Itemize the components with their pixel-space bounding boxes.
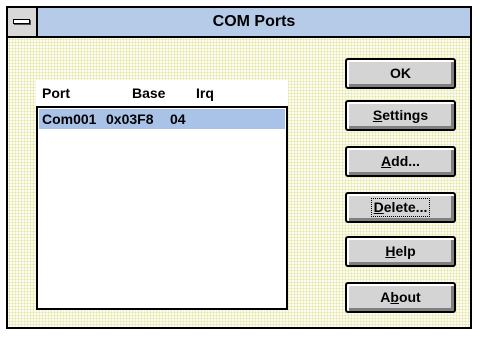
- port-cell: Com001: [42, 111, 97, 127]
- com-ports-listbox[interactable]: Com001 0x03F8 04: [36, 106, 288, 310]
- column-header-port: Port: [42, 85, 70, 101]
- system-menu-icon: [13, 19, 30, 24]
- help-button-label: Help: [385, 243, 416, 259]
- delete-button[interactable]: Delete...: [345, 192, 456, 223]
- column-header-irq: Irq: [196, 85, 214, 101]
- settings-button-label: Settings: [372, 107, 429, 123]
- system-menu-button[interactable]: [8, 8, 38, 36]
- title-bar[interactable]: COM Ports: [8, 8, 470, 38]
- ok-button-label: OK: [390, 65, 411, 81]
- add-button[interactable]: Add...: [345, 146, 456, 177]
- settings-button[interactable]: Settings: [345, 100, 456, 131]
- help-button[interactable]: Help: [345, 236, 456, 267]
- column-header-base: Base: [132, 85, 166, 101]
- list-item[interactable]: Com001 0x03F8 04: [39, 109, 285, 129]
- base-cell: 0x03F8: [106, 111, 154, 127]
- list-header: Port Base Irq: [36, 80, 288, 106]
- about-button[interactable]: About: [345, 282, 456, 313]
- about-button-label: About: [380, 289, 421, 305]
- irq-cell: 04: [170, 111, 186, 127]
- com-ports-dialog: COM Ports Port Base Irq Com001 0x03F8 04…: [6, 6, 472, 329]
- window-title: COM Ports: [212, 13, 296, 30]
- add-button-label: Add...: [381, 153, 420, 169]
- ok-button[interactable]: OK: [345, 58, 456, 89]
- delete-button-label: Delete...: [370, 198, 431, 217]
